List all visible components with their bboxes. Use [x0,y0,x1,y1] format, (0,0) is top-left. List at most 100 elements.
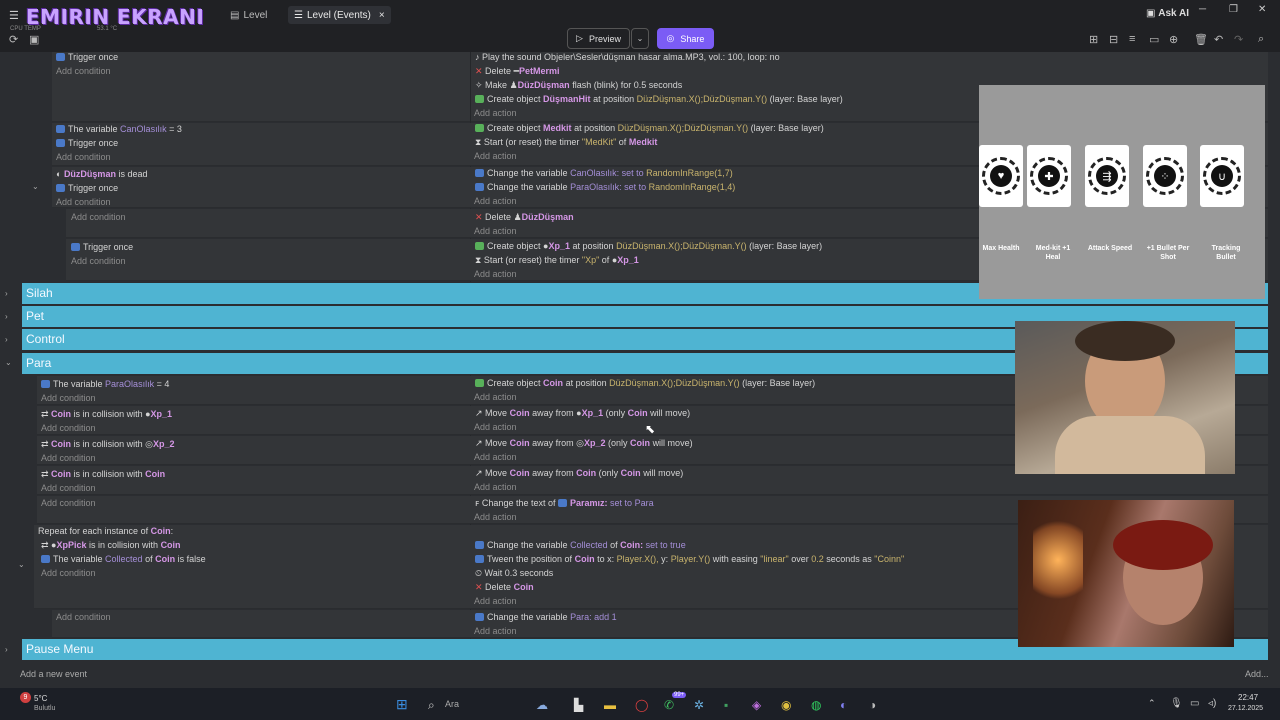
add-action-link[interactable]: Add action [474,108,517,118]
action-tween[interactable]: Tween the position of Coin to x: Player.… [475,554,904,564]
add-condition-link[interactable]: Add condition [41,483,96,493]
undo-icon[interactable]: ↶ [1214,33,1223,46]
save-icon[interactable]: ▣ [29,33,39,46]
condition-collision[interactable]: ⇄ ●XpPick is in collision with Coin [41,540,181,551]
ask-ai-button[interactable]: ▣ Ask AI [1146,8,1189,19]
add-condition-link[interactable]: Add condition [41,568,96,578]
action-flash[interactable]: ✧ Make ♟DüzDüşman flash (blink) for 0.5 … [475,80,682,91]
condition-collision[interactable]: ⇄ Coin is in collision with ◎Xp_2 [41,439,174,450]
action-change-text[interactable]: ꜰ Change the text of Paramız: set to Par… [475,498,654,509]
condition-trigger-once[interactable]: Trigger once [71,242,133,252]
add-icon[interactable]: ⊕ [1169,33,1178,46]
action-start-timer[interactable]: ⧗ Start (or reset) the timer "MedKit" of… [475,137,657,148]
add-condition-link[interactable]: Add condition [56,152,111,162]
chrome-icon[interactable]: ◉ [781,698,791,712]
add-action-link[interactable]: Add action [474,392,517,402]
gdevelop-icon[interactable]: ◈ [752,698,761,712]
expand-chevron-icon[interactable]: › [5,312,8,321]
add-action-link[interactable]: Add action [474,151,517,161]
condition-is-dead[interactable]: ◐ DüzDüşman is dead [56,169,148,179]
action-delete[interactable]: ✕ Delete ♟DüzDüşman [475,212,574,223]
add-condition-link[interactable]: Add condition [41,453,96,463]
repeat-header[interactable]: Repeat for each instance of Coin: [38,526,173,536]
add-condition-link[interactable]: Add condition [56,66,111,76]
terminal-icon[interactable]: ▪ [724,698,728,712]
spotify-icon[interactable]: ◍ [811,698,821,712]
add-action-link[interactable]: Add action [474,422,517,432]
discord-icon[interactable]: ◐ [840,698,847,712]
refresh-icon[interactable]: ⟳ [9,33,18,46]
add-subevent-icon[interactable]: ⊟ [1109,33,1118,46]
tray-chevron-icon[interactable]: ⌃ [1148,698,1156,709]
action-create-object[interactable]: Create object Medkit at position DüzDüşm… [475,123,824,133]
add-event-link[interactable]: Add a new event [20,669,87,679]
add-condition-link[interactable]: Add condition [41,498,96,508]
action-create-object[interactable]: Create object DüşmanHit at position DüzD… [475,94,843,104]
tab-level[interactable]: ▤ Level [224,6,273,24]
minimize-icon[interactable]: ─ [1199,4,1206,15]
app-icon[interactable]: ✲ [694,698,704,712]
action-create-object[interactable]: Create object Coin at position DüzDüşman… [475,378,815,388]
menu-icon[interactable]: ☰ [9,9,19,22]
add-event-icon[interactable]: ⊞ [1089,33,1098,46]
action-wait[interactable]: ⏲ Wait 0.3 seconds [475,568,553,579]
add-more-button[interactable]: Add... [1245,669,1269,679]
add-group-icon[interactable]: ≡ [1129,33,1135,45]
add-condition-link[interactable]: Add condition [56,612,111,622]
action-create-object[interactable]: Create object ●Xp_1 at position DüzDüşma… [475,241,822,251]
search-icon[interactable]: ⌕ [1258,33,1264,46]
action-play-sound[interactable]: ♪ Play the sound Objeler\Sesler\düşman h… [475,52,780,62]
file-explorer-icon[interactable]: ▬ [604,698,616,712]
action-move-away[interactable]: ↗ Move Coin away from ◎Xp_2 (only Coin w… [475,438,693,449]
add-condition-link[interactable]: Add condition [71,256,126,266]
redo-icon[interactable]: ↷ [1234,33,1243,46]
windows-start-icon[interactable]: ⊞ [396,696,408,713]
condition-trigger-once[interactable]: Trigger once [56,138,118,148]
condition-collision[interactable]: ⇄ Coin is in collision with Coin [41,469,165,480]
condition-collision[interactable]: ⇄ Coin is in collision with ●Xp_1 [41,409,172,420]
action-change-variable[interactable]: Change the variable Para: add 1 [475,612,617,622]
collapse-chevron-icon[interactable]: ⌄ [18,560,25,569]
preview-button[interactable]: ▷ Preview [567,28,630,49]
close-icon[interactable]: × [379,10,385,21]
add-action-link[interactable]: Add action [474,269,517,279]
share-button[interactable]: ◎ Share [657,28,714,49]
add-condition-link[interactable]: Add condition [41,423,96,433]
condition-variable[interactable]: The variable ParaOlasılık = 4 [41,379,169,389]
add-action-link[interactable]: Add action [474,596,517,606]
taskbar-search[interactable]: Ara [445,699,459,709]
expand-chevron-icon[interactable]: › [5,645,8,654]
preview-dropdown[interactable]: ⌄ [631,28,649,49]
add-action-link[interactable]: Add action [474,626,517,636]
action-change-variable[interactable]: Change the variable Collected of Coin: s… [475,540,686,550]
add-action-link[interactable]: Add action [474,512,517,522]
condition-trigger-once[interactable]: Trigger once [56,183,118,193]
action-move-away[interactable]: ↗ Move Coin away from ●Xp_1 (only Coin w… [475,408,690,419]
clock-time[interactable]: 22:47 [1238,693,1258,702]
action-delete[interactable]: ✕ Delete ━PetMermi [475,66,560,77]
action-move-away[interactable]: ↗ Move Coin away from Coin (only Coin wi… [475,468,683,479]
network-icon[interactable]: ▭ [1190,698,1199,709]
collapse-chevron-icon[interactable]: ⌄ [32,182,39,191]
expand-chevron-icon[interactable]: › [5,289,8,298]
add-condition-link[interactable]: Add condition [41,393,96,403]
collapse-chevron-icon[interactable]: ⌄ [5,358,12,367]
widgets-icon[interactable]: ☁ [536,698,548,712]
task-view-icon[interactable]: ▙ [574,698,583,712]
weather-temp[interactable]: 5°C [34,694,47,703]
opera-icon[interactable]: ◯ [635,698,648,712]
expand-chevron-icon[interactable]: › [5,335,8,344]
window-close-icon[interactable]: ✕ [1258,4,1266,15]
comment-icon[interactable]: ▭ [1149,33,1159,46]
add-action-link[interactable]: Add action [474,226,517,236]
action-change-variable[interactable]: Change the variable CanOlasılık: set to … [475,168,733,178]
maximize-icon[interactable]: ❐ [1229,4,1238,15]
condition-trigger-once[interactable]: Trigger once [56,52,118,62]
tab-level-events[interactable]: ☰ Level (Events) × [288,6,391,24]
microphone-icon[interactable]: 🎙 [1170,698,1183,709]
add-action-link[interactable]: Add action [474,196,517,206]
condition-variable[interactable]: The variable CanOlasılık = 3 [56,124,182,134]
condition-variable[interactable]: The variable Collected of Coin is false [41,554,206,564]
action-change-variable[interactable]: Change the variable ParaOlasılık: set to… [475,182,735,192]
whatsapp-icon[interactable]: ✆ [664,698,674,712]
